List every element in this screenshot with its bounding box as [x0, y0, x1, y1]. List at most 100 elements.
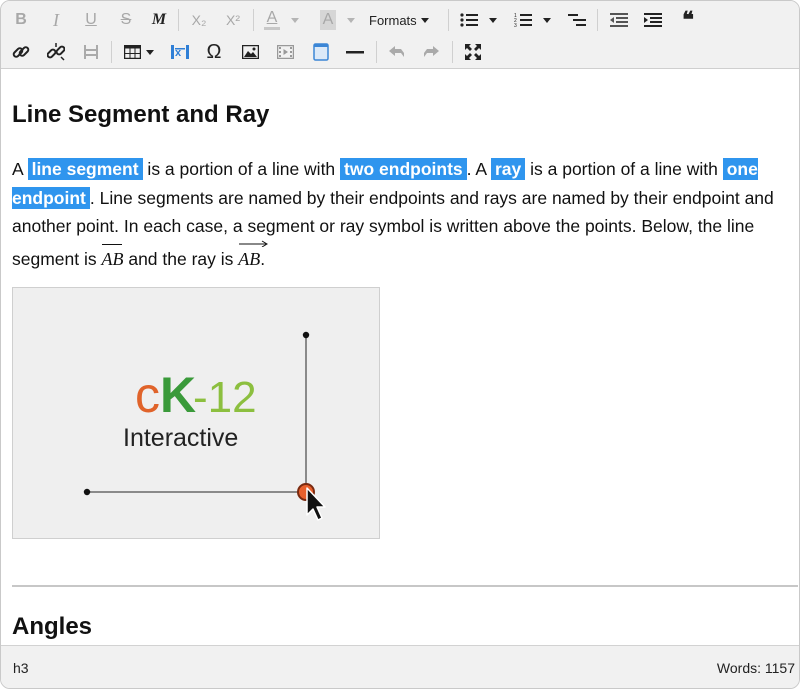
- paragraph-text: is a portion of a line with: [525, 159, 723, 179]
- status-bar: h3 Words: 1157: [1, 645, 799, 688]
- fullscreen-button[interactable]: [459, 38, 487, 66]
- decrease-indent-button[interactable]: [605, 6, 633, 34]
- formats-dropdown[interactable]: Formats: [369, 6, 441, 34]
- numbered-list-icon: 1 2 3: [514, 13, 532, 28]
- highlighted-term: ray: [490, 158, 526, 180]
- formats-label: Formats: [369, 12, 417, 28]
- increase-indent-icon: [644, 13, 662, 27]
- ck12-logo-c: c: [135, 367, 160, 423]
- quote-icon: ❝: [682, 7, 694, 32]
- word-count: Words: 1157: [716, 660, 795, 676]
- equation-button[interactable]: x: [166, 38, 194, 66]
- unlink-icon: [47, 43, 65, 61]
- undo-icon: [389, 46, 404, 57]
- editor-content[interactable]: Line Segment and Ray A line segment is a…: [1, 69, 799, 645]
- font-color-icon: A: [266, 9, 278, 26]
- ck12-logo-k: K: [160, 367, 196, 423]
- toolbar-row-1: B I U S M X₂ X² A A Formats 1 2 3 ❝: [1, 3, 799, 37]
- omega-icon: Ω: [206, 40, 222, 63]
- numbered-list-dropdown[interactable]: [539, 6, 555, 34]
- subscript-icon: X₂: [191, 12, 207, 28]
- redo-button[interactable]: [417, 38, 445, 66]
- toolbar-separator: [452, 41, 453, 63]
- horizontal-rule-icon: [346, 51, 364, 54]
- redo-icon: [424, 46, 439, 57]
- bold-icon: B: [15, 11, 27, 28]
- numbered-list-button[interactable]: 1 2 3: [509, 6, 537, 34]
- superscript-button[interactable]: X²: [219, 6, 247, 34]
- blockquote-button[interactable]: ❝: [674, 6, 702, 34]
- paragraph-text: . A: [466, 159, 491, 179]
- math-button[interactable]: M: [145, 6, 173, 34]
- editor-toolbar: B I U S M X₂ X² A A Formats 1 2 3 ❝ x Ω: [1, 1, 799, 69]
- equation-icon: x: [171, 45, 189, 59]
- section-title: Line Segment and Ray: [12, 101, 270, 128]
- table-button[interactable]: [119, 38, 159, 66]
- insert-image-button[interactable]: [236, 38, 264, 66]
- paragraph-text: A: [12, 159, 28, 179]
- paragraph-text: and the ray is: [123, 248, 239, 269]
- insert-box-button[interactable]: [307, 38, 335, 66]
- font-color-dropdown[interactable]: [287, 6, 303, 34]
- anchor-button[interactable]: [77, 38, 105, 66]
- link-icon: [12, 46, 30, 58]
- decrease-indent-icon: [610, 13, 628, 27]
- toolbar-separator: [597, 9, 598, 31]
- outdent-list-button[interactable]: [563, 6, 591, 34]
- background-color-dropdown[interactable]: [343, 6, 359, 34]
- table-icon: [124, 45, 141, 59]
- background-color-button[interactable]: A: [315, 6, 341, 34]
- mouse-cursor-icon: [306, 487, 326, 521]
- italic-icon: I: [53, 9, 59, 30]
- underline-icon: U: [85, 11, 97, 28]
- chevron-down-icon: [489, 17, 497, 23]
- ray-arrow-icon: [239, 240, 269, 247]
- toolbar-separator: [178, 9, 179, 31]
- interactive-figure[interactable]: c K -12 Interactive: [12, 287, 380, 539]
- math-icon: M: [151, 11, 167, 28]
- box-icon: [313, 43, 329, 61]
- italic-button[interactable]: I: [42, 6, 70, 34]
- vertical-endpoint: [302, 331, 310, 339]
- remove-link-button[interactable]: [42, 38, 70, 66]
- next-section-title: Angles: [12, 613, 93, 640]
- undo-button[interactable]: [383, 38, 411, 66]
- bullet-list-button[interactable]: [455, 6, 483, 34]
- bold-button[interactable]: B: [7, 6, 35, 34]
- highlighted-term: line segment: [27, 158, 143, 180]
- horizontal-endpoint: [83, 488, 91, 496]
- superscript-icon: X²: [226, 12, 240, 28]
- toolbar-separator: [253, 9, 254, 31]
- fullscreen-icon: [465, 44, 481, 60]
- strikethrough-icon: S: [120, 11, 132, 28]
- chevron-down-icon: [291, 17, 299, 23]
- horizontal-rule-button[interactable]: [341, 38, 369, 66]
- figure-canvas: c K -12 Interactive: [83, 331, 326, 521]
- chevron-down-icon: [146, 49, 154, 55]
- background-color-icon: A: [319, 10, 337, 30]
- chevron-down-icon: [347, 17, 355, 23]
- toolbar-separator: [376, 41, 377, 63]
- segment-bar: [102, 243, 123, 245]
- subscript-button[interactable]: X₂: [185, 6, 213, 34]
- ck12-logo-number: -12: [193, 373, 257, 422]
- toolbar-separator: [111, 41, 112, 63]
- definition-paragraph: A line segment is a portion of a line wi…: [12, 155, 792, 273]
- ck12-logo-subtitle: Interactive: [123, 424, 238, 452]
- video-icon: [276, 45, 294, 59]
- anchor-icon: [84, 45, 98, 59]
- special-character-button[interactable]: Ω: [200, 38, 228, 66]
- bullet-list-dropdown[interactable]: [485, 6, 501, 34]
- outdent-icon: [568, 14, 586, 26]
- image-icon: [241, 45, 259, 59]
- toolbar-row-2: x Ω: [1, 35, 799, 69]
- font-color-button[interactable]: A: [259, 6, 285, 34]
- underline-button[interactable]: U: [77, 6, 105, 34]
- increase-indent-button[interactable]: [639, 6, 667, 34]
- element-path[interactable]: h3: [13, 660, 29, 676]
- insert-video-button[interactable]: [271, 38, 299, 66]
- insert-link-button[interactable]: [7, 38, 35, 66]
- ray-notation: AB: [238, 240, 269, 274]
- strikethrough-button[interactable]: S: [112, 6, 140, 34]
- highlighted-term: two endpoints: [340, 158, 467, 180]
